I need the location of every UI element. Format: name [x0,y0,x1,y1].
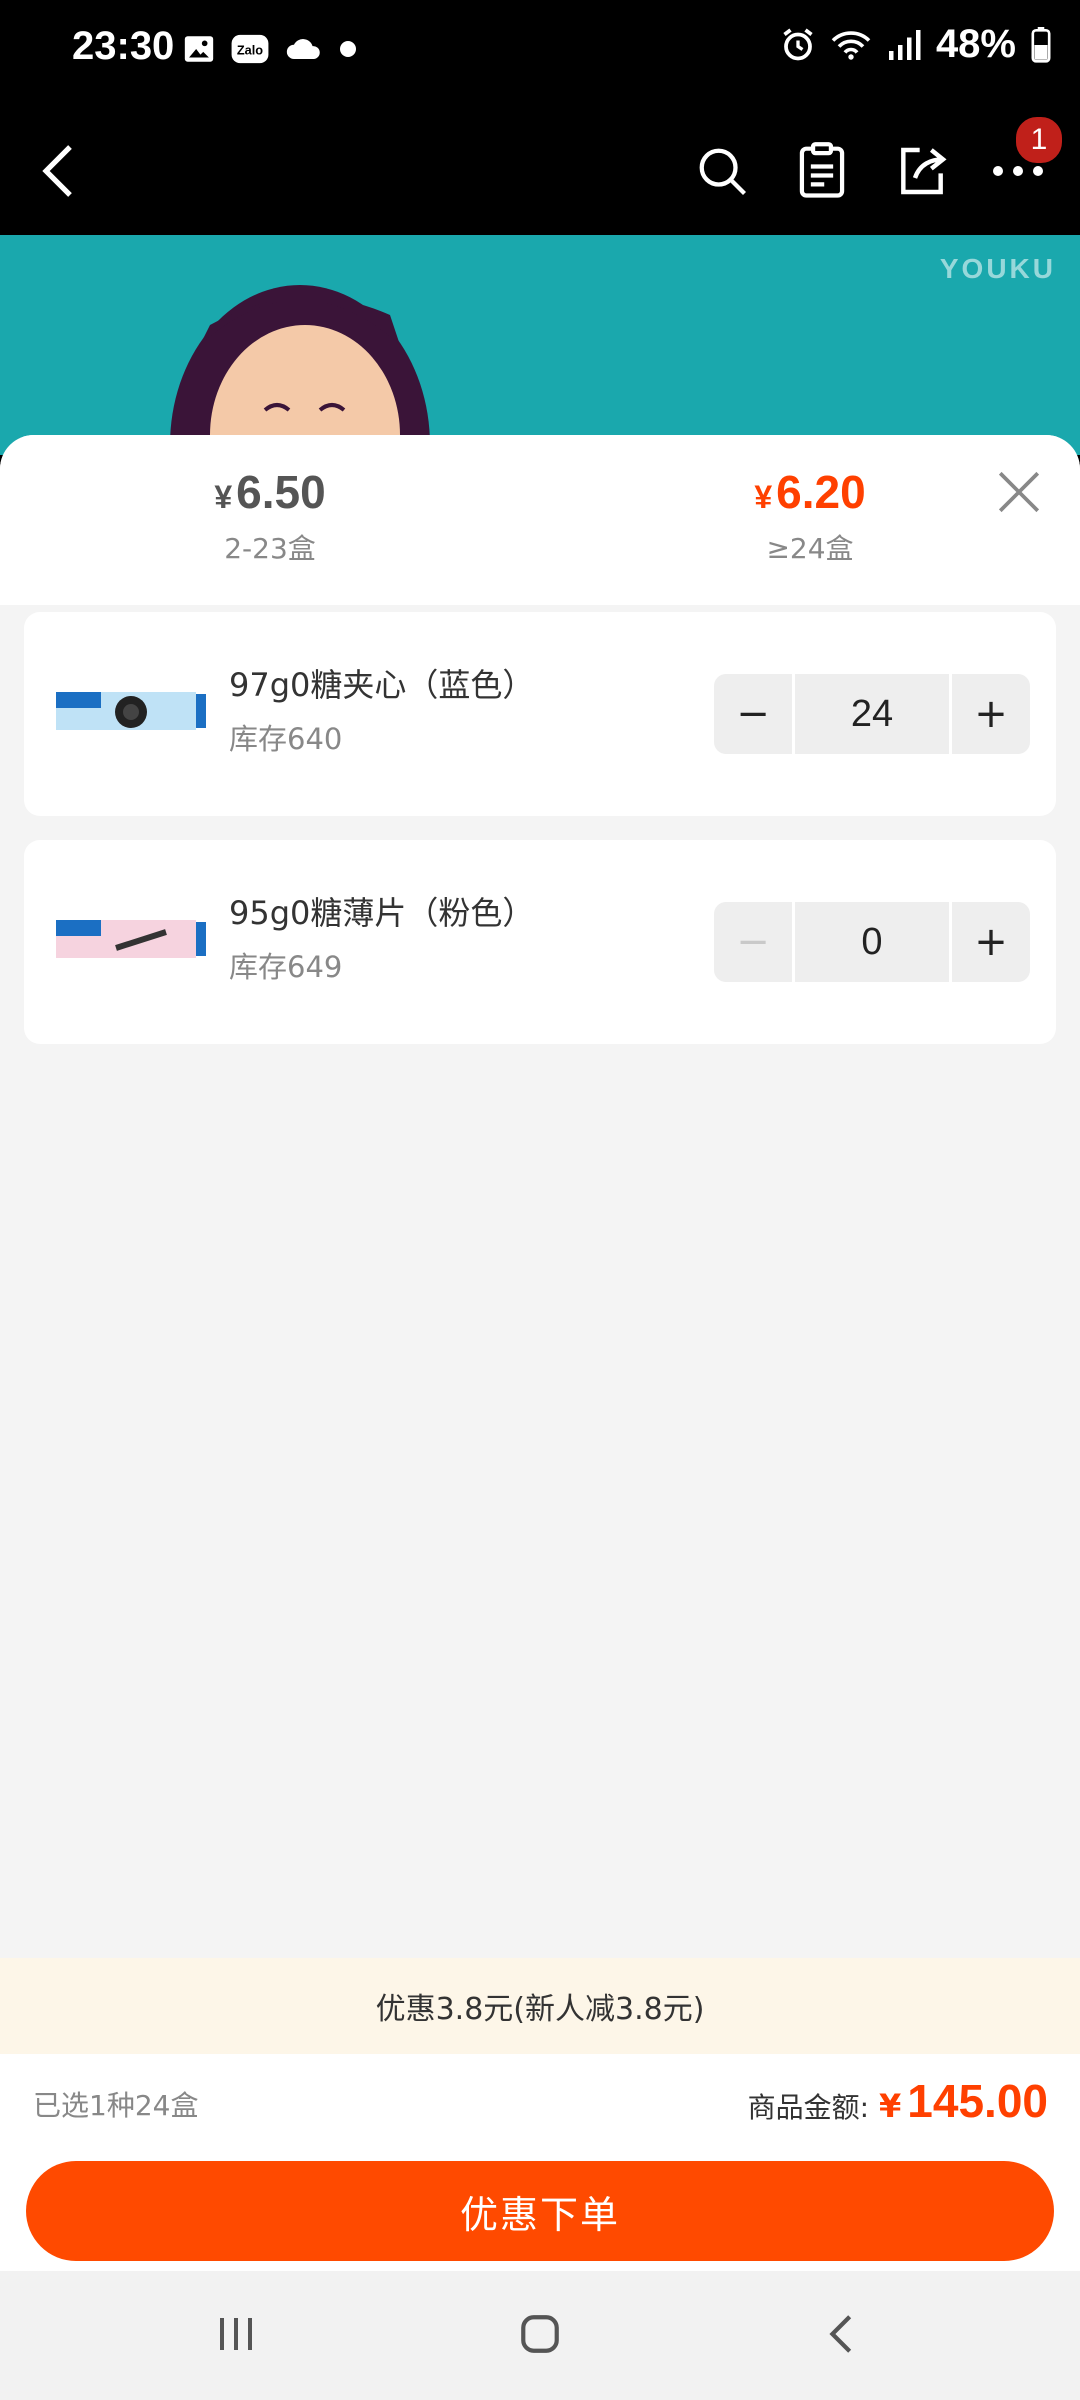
home-icon [521,2315,559,2353]
price-tier-1: ¥6.50 2-23盒 [120,465,420,567]
status-bar: 23:30 Zalo 48% [0,0,1080,105]
image-icon [184,36,214,62]
close-icon [998,471,1040,513]
sku-card: 97g0糖夹心（蓝色） 库存640 − 24 + [24,612,1056,816]
clipboard-icon [799,142,845,198]
total-amount: 商品金额: ¥ 145.00 [748,2074,1048,2128]
search-button[interactable] [684,133,760,209]
product-name: 95g0糖薄片（粉色） [229,894,535,932]
product-stock: 库存649 [229,950,343,984]
price-tier-header: ¥6.50 2-23盒 ¥6.20 ≥24盒 [0,435,1080,605]
status-time: 23:30 [72,24,175,68]
dot-icon [340,41,356,57]
product-thumbnail [46,652,216,772]
recent-apps-button[interactable] [196,2299,276,2369]
zalo-icon: Zalo [231,34,269,64]
total-value: 145.00 [907,2075,1048,2127]
decrease-button[interactable]: − [714,902,792,982]
top-nav: 1 [0,105,1080,235]
quantity-value[interactable]: 0 [795,902,949,982]
system-nav-bar [0,2271,1080,2400]
order-summary: 已选1种24盒 商品金额: ¥ 145.00 优惠下单 [0,2054,1080,2271]
quantity-value[interactable]: 24 [795,674,949,754]
signal-icon [888,29,921,60]
alarm-icon [783,28,813,60]
recent-apps-icon [220,2318,252,2350]
discount-banner: 优惠3.8元(新人减3.8元) [0,1958,1080,2054]
tier-price: ¥6.20 [754,466,866,518]
chevron-left-icon [42,145,72,197]
battery-icon [1031,26,1051,63]
status-right: 48% [780,22,1052,67]
place-order-button[interactable]: 优惠下单 [26,2161,1054,2261]
tier-range: ≥24盒 [766,532,854,565]
cartoon-character-image [170,285,430,455]
system-back-button[interactable] [802,2299,882,2369]
status-left-icons: Zalo [182,32,358,66]
svg-text:Zalo: Zalo [237,43,263,58]
product-thumbnail [46,880,216,1000]
increase-button[interactable]: + [952,902,1030,982]
increase-button[interactable]: + [952,674,1030,754]
back-arrow-icon [829,2315,852,2353]
decrease-button[interactable]: − [714,674,792,754]
search-icon [699,148,747,196]
wifi-icon [831,30,871,60]
home-button[interactable] [500,2299,580,2369]
product-name: 97g0糖夹心（蓝色） [229,666,535,704]
notification-badge: 1 [1014,115,1064,165]
close-button[interactable] [994,467,1044,517]
tier-range: 2-23盒 [224,532,316,565]
clipboard-button[interactable] [784,133,860,209]
back-button[interactable] [20,133,96,209]
tier-price: ¥6.50 [214,466,326,518]
total-currency: ¥ [879,2087,902,2125]
cloud-icon [286,39,320,59]
total-label: 商品金额: [747,2091,870,2124]
battery-percent: 48% [935,22,1016,66]
quantity-stepper: − 0 + [714,902,1030,982]
quantity-stepper: − 24 + [714,674,1030,754]
product-stock: 库存640 [229,722,343,756]
price-tier-2: ¥6.20 ≥24盒 [660,465,960,567]
more-button[interactable]: 1 [980,115,1064,209]
selected-count: 已选1种24盒 [33,2089,199,2122]
share-icon [901,147,947,195]
share-button[interactable] [884,133,960,209]
sku-card: 95g0糖薄片（粉色） 库存649 − 0 + [24,840,1056,1044]
youku-watermark: YOUKU [939,253,1056,284]
product-video[interactable]: YOUKU [0,235,1080,455]
